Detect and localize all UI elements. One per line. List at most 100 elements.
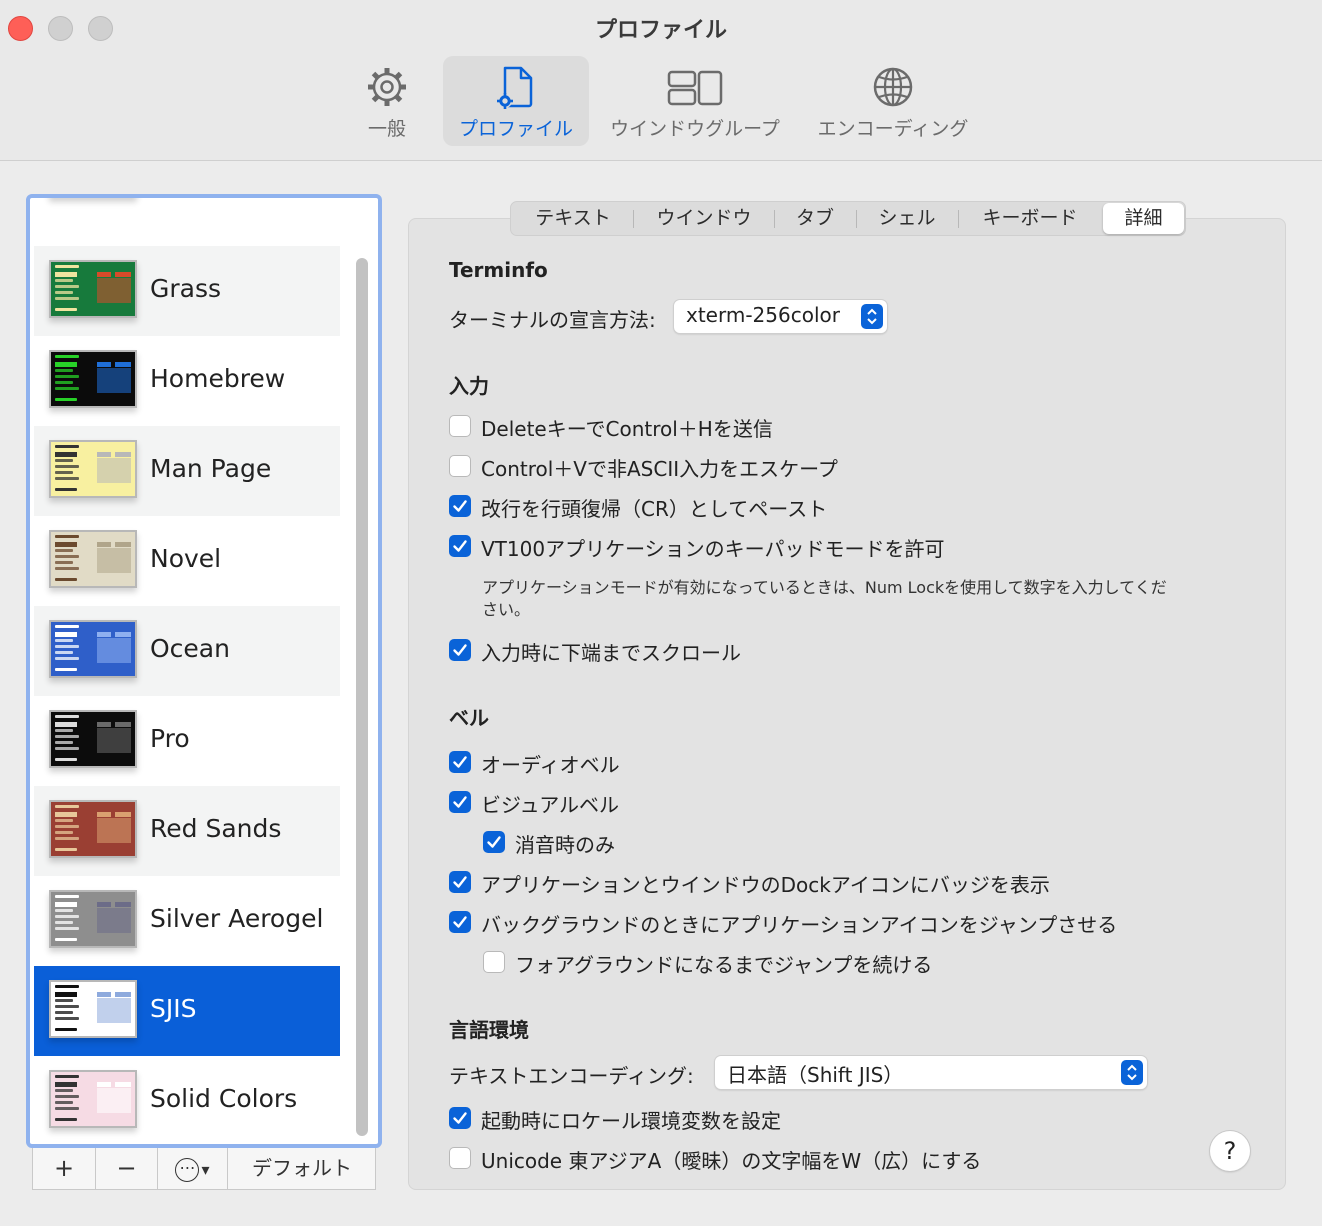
declare-terminal-value: xterm-256color: [686, 303, 840, 327]
thumbnail-line: [55, 355, 79, 358]
settings-tab-bar: テキスト ウインドウ タブ シェル キーボード 詳細: [510, 201, 1186, 236]
help-button[interactable]: ?: [1210, 1131, 1250, 1171]
declare-terminal-popup[interactable]: xterm-256color: [674, 300, 887, 333]
profile-doc-icon: [497, 66, 533, 109]
thumbnail-line: [97, 638, 131, 663]
remove-profile-button[interactable]: −: [96, 1148, 158, 1189]
unicode-east-asian-checkbox[interactable]: [449, 1147, 471, 1169]
dock-badge-checkbox[interactable]: [449, 871, 471, 893]
checkmark-icon: [453, 916, 467, 928]
profile-row[interactable]: デフォルト: [34, 198, 340, 246]
profile-name: SJIS: [150, 994, 197, 1023]
bounce-icon-label: バックグラウンドのときにアプリケーションアイコンをジャンプさせる: [481, 913, 1118, 937]
toolbar-encodings-label: エンコーディング: [817, 118, 969, 140]
scroll-to-bottom-checkbox[interactable]: [449, 639, 471, 661]
thumbnail-line: [55, 992, 77, 997]
tab-window[interactable]: ウインドウ: [634, 202, 774, 235]
thumbnail-line: [55, 722, 77, 727]
audio-bell-label: オーディオベル: [481, 753, 620, 777]
text-encoding-popup[interactable]: 日本語（Shift JIS）: [715, 1056, 1147, 1089]
toolbar-general[interactable]: 一般: [346, 56, 428, 146]
tab-keyboard[interactable]: キーボード: [959, 202, 1101, 235]
thumbnail-line: [55, 758, 77, 761]
scroll-to-bottom-label: 入力時に下端までスクロール: [481, 641, 741, 665]
profile-thumbnail: [49, 350, 137, 408]
profile-name: Homebrew: [150, 364, 286, 393]
profile-row[interactable]: Solid Colors: [34, 1056, 340, 1144]
profile-row[interactable]: SJIS: [34, 966, 340, 1056]
set-default-button[interactable]: デフォルト: [228, 1148, 376, 1189]
thumbnail-line: [55, 488, 77, 491]
toolbar-encodings[interactable]: エンコーディング: [808, 56, 978, 146]
profile-list-scrollbar[interactable]: [356, 258, 368, 1136]
audio-bell-checkbox[interactable]: [449, 751, 471, 773]
profile-row[interactable]: Pro: [34, 696, 340, 786]
thumbnail-line: [97, 992, 111, 997]
more-actions-button[interactable]: ⋯ ▾: [158, 1148, 228, 1189]
thumbnail-line: [55, 1095, 79, 1098]
profile-name: Grass: [150, 274, 222, 303]
thumbnail-line: [55, 921, 73, 924]
toolbar-profiles[interactable]: プロファイル: [443, 56, 589, 146]
tab-tab[interactable]: タブ: [775, 202, 855, 235]
profile-thumbnail: [49, 530, 137, 588]
delete-sends-ctrl-h-checkbox[interactable]: [449, 415, 471, 437]
paste-newline-cr-checkbox[interactable]: [449, 495, 471, 517]
profile-thumbnail: [49, 980, 137, 1038]
bounce-icon-checkbox[interactable]: [449, 911, 471, 933]
thumbnail-line: [55, 825, 79, 828]
profile-row[interactable]: Red Sands: [34, 786, 340, 876]
gear-icon: [368, 68, 406, 106]
tab-shell[interactable]: シェル: [857, 202, 957, 235]
thumbnail-line: [55, 1028, 77, 1031]
unicode-east-asian-label: Unicode 東アジアA（曖昧）の文字幅をW（広）にする: [481, 1149, 982, 1173]
tab-text[interactable]: テキスト: [513, 202, 633, 235]
thumbnail-line: [97, 362, 111, 367]
profile-thumbnail: [49, 800, 137, 858]
profile-name: Silver Aerogel: [150, 904, 324, 933]
escape-non-ascii-checkbox[interactable]: [449, 455, 471, 477]
thumbnail-line: [55, 729, 73, 732]
visual-bell-checkbox[interactable]: [449, 791, 471, 813]
thumbnail-line: [97, 722, 111, 727]
set-locale-vars-checkbox[interactable]: [449, 1107, 471, 1129]
profile-row[interactable]: Homebrew: [34, 336, 340, 426]
toolbar-window-groups-label: ウインドウグループ: [610, 118, 780, 140]
thumbnail-line: [55, 927, 79, 930]
thumbnail-line: [97, 728, 131, 753]
bounce-until-foreground-checkbox[interactable]: [483, 951, 505, 973]
thumbnail-line: [97, 278, 131, 303]
thumbnail-line: [55, 362, 77, 367]
thumbnail-line: [97, 368, 131, 393]
thumbnail-line: [55, 567, 79, 570]
tab-advanced[interactable]: 詳細: [1103, 203, 1184, 234]
profile-row[interactable]: Grass: [34, 246, 340, 336]
vt100-keypad-checkbox[interactable]: [449, 535, 471, 557]
set-locale-vars-label: 起動時にロケール環境変数を設定: [481, 1109, 781, 1133]
thumbnail-line: [55, 308, 77, 311]
thumbnail-line: [55, 375, 79, 378]
thumbnail-line: [55, 549, 73, 552]
add-profile-button[interactable]: +: [33, 1148, 96, 1189]
thumbnail-line: [55, 369, 73, 372]
thumbnail-line: [97, 1088, 131, 1113]
thumbnail-line: [55, 291, 73, 294]
profile-row[interactable]: Novel: [34, 516, 340, 606]
profile-row[interactable]: Ocean: [34, 606, 340, 696]
profile-row[interactable]: Silver Aerogel: [34, 876, 340, 966]
bounce-until-foreground-label: フォアグラウンドになるまでジャンプを続ける: [515, 953, 933, 977]
thumbnail-line: [55, 398, 77, 401]
thumbnail-line: [55, 985, 79, 988]
thumbnail-line: [115, 812, 131, 817]
thumbnail-line: [55, 542, 77, 547]
thumbnail-line: [115, 632, 131, 637]
toolbar-window-groups[interactable]: ウインドウグループ: [600, 56, 790, 146]
thumbnail-line: [115, 1082, 131, 1087]
only-when-muted-checkbox[interactable]: [483, 831, 505, 853]
profile-name: Red Sands: [150, 814, 282, 843]
thumbnail-line: [55, 535, 79, 538]
thumbnail-line: [55, 272, 77, 277]
profile-list[interactable]: デフォルト Grass Homebrew Man Page Novel Ocean Pro R…: [26, 194, 382, 1148]
profile-row[interactable]: Man Page: [34, 426, 340, 516]
thumbnail-line: [55, 848, 77, 851]
